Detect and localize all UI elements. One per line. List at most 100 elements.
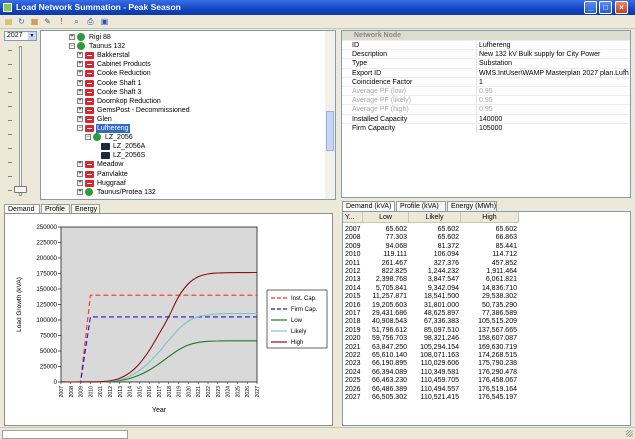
tree-node-label: Doornkop Reduction	[97, 97, 161, 105]
property-key: Firm Capacity	[352, 124, 396, 132]
tab-demand-kva[interactable]: Demand (kVA)	[342, 201, 395, 211]
grid-header-high[interactable]: High	[461, 212, 519, 223]
save-icon[interactable]: ▣	[100, 17, 109, 26]
tree-expander-icon[interactable]: +	[77, 52, 83, 59]
tree-expander-icon[interactable]: +	[77, 115, 83, 122]
tree-expander-icon[interactable]: +	[77, 61, 83, 68]
grid-tabs: Demand (kVA) Profile (kVA) Energy (MWh)	[342, 201, 522, 211]
tab-profile-kva[interactable]: Profile (kVA)	[396, 201, 446, 211]
x-tick-label: 2015	[137, 386, 143, 398]
tree-node-label: Bakkerstal	[97, 52, 130, 60]
y-tick-label: 25000	[40, 364, 58, 371]
tree-expander-icon[interactable]: +	[77, 170, 83, 177]
property-row[interactable]: Coincidence Factor 1	[342, 76, 630, 87]
x-tick-label: 2007	[59, 386, 65, 398]
slider-tick	[8, 92, 12, 93]
title-bar[interactable]: Load Network Summation - Peak Season _ □…	[0, 0, 635, 15]
open-icon[interactable]: ▤	[4, 17, 13, 26]
substation-icon	[85, 70, 94, 78]
tree-scrollbar-thumb[interactable]	[326, 111, 334, 151]
grid-header-likely[interactable]: Likely	[409, 212, 461, 223]
y-tick-label: 200000	[36, 255, 57, 262]
property-row[interactable]: Average PF (high) 0.95	[342, 104, 630, 115]
slider-tick	[8, 106, 12, 107]
table-cell: 66,505.302	[371, 394, 407, 401]
busbar-icon	[85, 187, 93, 196]
property-row[interactable]: Average PF (low) 0.95	[342, 86, 630, 96]
y-tick-label: 0	[54, 379, 58, 386]
resize-grip-icon[interactable]	[626, 430, 633, 437]
year-select-value: 2027	[7, 32, 23, 39]
slider-tick	[8, 134, 12, 135]
tree-node-label: Glen	[97, 115, 112, 123]
property-row[interactable]: Description New 132 kV Bulk supply for Ci…	[342, 49, 630, 60]
close-button[interactable]: ×	[615, 1, 628, 14]
year-select[interactable]: 2027 ▼	[4, 31, 37, 41]
tree-expander-icon[interactable]: +	[77, 106, 83, 113]
substation-icon	[85, 61, 94, 69]
substation-icon	[85, 170, 94, 178]
tree-expander-icon[interactable]: +	[77, 161, 83, 168]
tree-expander-icon[interactable]: +	[77, 70, 83, 77]
property-row[interactable]: Type Substation	[342, 58, 630, 69]
substation-icon	[85, 79, 94, 87]
y-axis-label: Load Growth (kVA)	[16, 277, 23, 332]
legend-label: Low	[291, 318, 303, 324]
chevron-down-icon[interactable]: ▼	[28, 32, 36, 40]
property-row[interactable]: Installed Capacity 140000	[342, 113, 630, 124]
tree-expander-icon[interactable]: −	[69, 43, 75, 50]
y-tick-label: 250000	[36, 224, 57, 231]
x-tick-label: 2008	[69, 386, 75, 398]
minimize-button[interactable]: _	[584, 1, 597, 14]
property-row[interactable]: ID Lufhereng	[342, 40, 630, 50]
property-row[interactable]: Firm Capacity 105000	[342, 122, 630, 133]
property-category[interactable]: Network Node	[342, 31, 630, 40]
print-icon[interactable]: ⎙	[86, 17, 95, 26]
window-title: Load Network Summation - Peak Season	[16, 2, 181, 12]
demand-chart: 0 25000 50000 75000 100000 125000 150000 175000…	[16, 224, 328, 414]
tree-node-label: Meadow	[97, 161, 124, 169]
zoom-slider[interactable]	[6, 46, 34, 196]
x-tick-label: 2021	[196, 386, 202, 398]
find-icon[interactable]: ⌕	[72, 17, 81, 26]
demand-grid[interactable]: Y... Low Likely High 2007 65.602 65.602 65.…	[342, 211, 631, 426]
y-tick-label: 175000	[36, 271, 57, 278]
substation-icon	[85, 115, 94, 123]
tree-node-label: LZ_2056S	[113, 152, 146, 160]
demand-chart-panel: 0 25000 50000 75000 100000 125000 150000 175000…	[4, 213, 333, 426]
tree-expander-icon[interactable]: +	[77, 179, 83, 186]
x-tick-label: 2024	[226, 386, 232, 398]
app-icon	[3, 3, 12, 12]
x-tick-label: 2026	[245, 386, 251, 398]
grid-header-low[interactable]: Low	[363, 212, 409, 223]
network-tree[interactable]: + Rigi 88 − Taunus 132 + Bakkerstal + Cabinet P…	[40, 30, 336, 200]
legend-label: High	[291, 340, 303, 346]
y-tick-label: 50000	[40, 348, 58, 355]
tree-node-label: Huggraaf	[97, 179, 126, 187]
maximize-button[interactable]: □	[599, 1, 612, 14]
export-icon[interactable]: ▦	[30, 17, 39, 26]
y-tick-label: 225000	[36, 240, 57, 247]
tree-expander-icon[interactable]: −	[85, 134, 91, 141]
tree-node-label: Cooke Shaft 3	[97, 88, 142, 96]
grid-header-year[interactable]: Y...	[343, 212, 363, 223]
settings-icon[interactable]: ✎	[43, 17, 52, 26]
tree-expander-icon[interactable]: +	[77, 97, 83, 104]
substation-icon	[85, 179, 94, 187]
refresh-icon[interactable]: ↻	[17, 17, 26, 26]
tree-scrollbar[interactable]	[325, 31, 335, 199]
transformer-icon	[101, 143, 110, 151]
tree-expander-icon[interactable]: +	[77, 188, 83, 195]
tree-expander-icon[interactable]: −	[77, 125, 83, 131]
tab-energy-mwh[interactable]: Energy (MWh)	[447, 201, 497, 211]
slider-thumb[interactable]	[14, 186, 27, 193]
property-grid[interactable]: Network Node ID Lufhereng Description New 1…	[341, 30, 631, 198]
property-value[interactable]: 105000	[479, 124, 502, 133]
tree-expander-icon[interactable]: +	[77, 88, 83, 95]
tree-expander-icon[interactable]: +	[69, 34, 75, 40]
property-row[interactable]: Export ID WMS.IntUser\WAMP Masterplan 202…	[342, 67, 630, 78]
slider-tick	[8, 64, 12, 65]
alert-icon[interactable]: !	[57, 17, 66, 26]
property-row[interactable]: Average PF (likely) 0.95	[342, 95, 630, 106]
tree-expander-icon[interactable]: +	[77, 79, 83, 86]
